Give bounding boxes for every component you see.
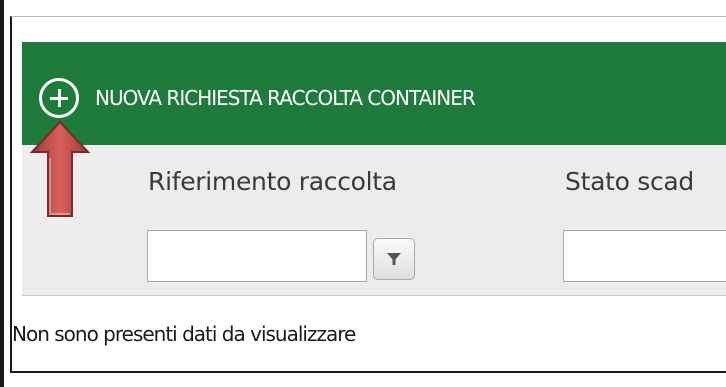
add-request-button[interactable]: NUOVA RICHIESTA RACCOLTA CONTAINER (95, 86, 476, 110)
plus-circle-icon[interactable] (39, 78, 79, 118)
window-left-edge (0, 0, 4, 387)
red-up-arrow-icon (29, 120, 90, 217)
filter-input-riferimento[interactable] (147, 230, 367, 282)
filter-funnel-icon (387, 253, 401, 265)
column-header-riferimento[interactable]: Riferimento raccolta (148, 167, 397, 196)
filter-input-stato[interactable] (563, 230, 726, 282)
column-header-stato[interactable]: Stato scad (565, 167, 694, 196)
filter-button[interactable] (373, 238, 415, 280)
empty-data-message: Non sono presenti dati da visualizzare (12, 322, 356, 346)
